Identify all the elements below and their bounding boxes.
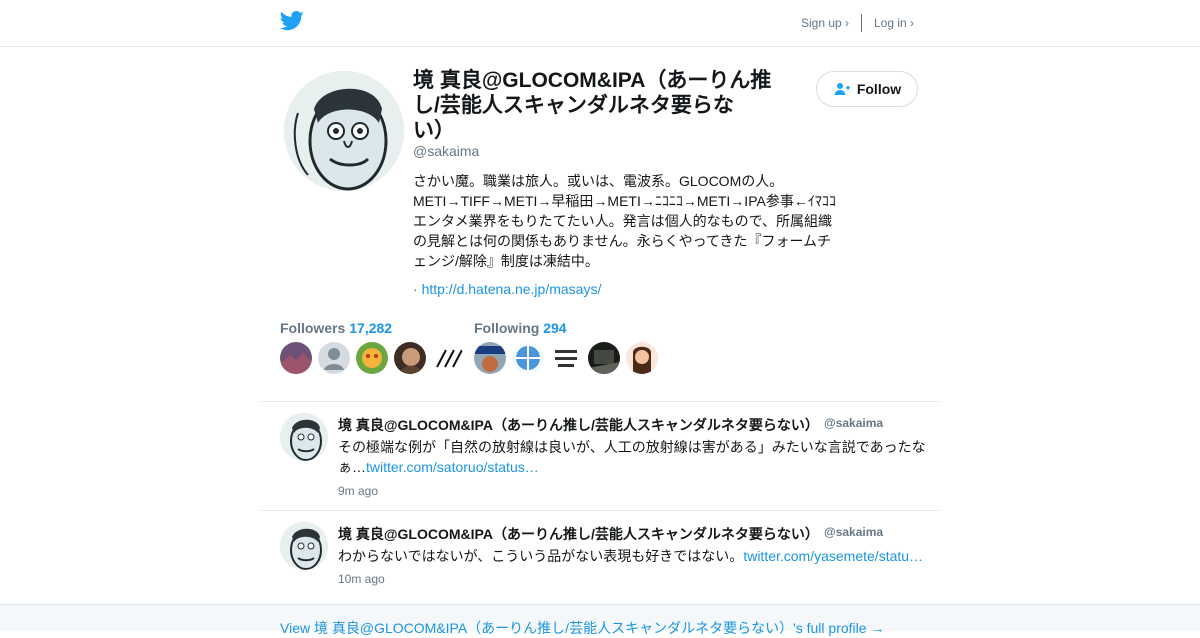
follower-avatar[interactable] bbox=[280, 342, 312, 374]
follower-avatar[interactable] bbox=[318, 342, 350, 374]
tweet-handle[interactable]: @sakaima bbox=[824, 416, 883, 430]
followers-count: 17,282 bbox=[349, 320, 393, 336]
following-avatar[interactable] bbox=[626, 342, 658, 374]
profile-avatar-illustration bbox=[284, 71, 404, 191]
following-thumbnails bbox=[474, 342, 658, 374]
tweet-text: わからないではないが、こういう品がない表現も好きではない。twitter.com… bbox=[338, 546, 930, 566]
profile-link-prefix: · bbox=[413, 281, 418, 297]
followers-summary[interactable]: Followers 17,282 bbox=[280, 320, 392, 336]
follow-button-label: Follow bbox=[856, 81, 902, 97]
top-bar: Sign up › Log in › bbox=[0, 0, 1200, 47]
tweet-author[interactable]: 境 真良@GLOCOM&IPA（あーりん推し/芸能人スキャンダルネタ要らない） bbox=[338, 524, 819, 544]
following-avatar[interactable] bbox=[474, 342, 506, 374]
add-user-icon bbox=[834, 83, 850, 95]
bird-icon[interactable] bbox=[280, 11, 304, 31]
follower-avatar[interactable] bbox=[356, 342, 388, 374]
following-avatar[interactable] bbox=[550, 342, 582, 374]
profile-avatar[interactable] bbox=[284, 71, 404, 191]
following-count: 294 bbox=[543, 320, 567, 336]
tweet-text: その極端な例が「自然の放射線は良いが、人工の放射線は害がある」みたいな言説であっ… bbox=[338, 437, 930, 477]
profile-name: 境 真良@GLOCOM&IPA（あーりん推 し/芸能人スキャンダルネタ要らな い… bbox=[413, 69, 772, 142]
tweet-avatar[interactable] bbox=[280, 413, 328, 461]
profile-bio: さかい魔。職業は旅人。或いは、電波系。GLOCOMの人。METI→TIFF→ME… bbox=[413, 173, 836, 269]
tweet-time[interactable]: 9m ago bbox=[338, 484, 378, 498]
following-summary[interactable]: Following 294 bbox=[474, 320, 567, 336]
tweet-text-body: わからないではないが、こういう品がない表現も好きではない。 bbox=[338, 548, 744, 564]
following-avatar[interactable] bbox=[512, 342, 544, 374]
login-link[interactable]: Log in › bbox=[874, 16, 914, 30]
followers-thumbnails bbox=[280, 342, 464, 374]
tweet-link[interactable]: twitter.com/satoruo/status… bbox=[366, 459, 539, 475]
tweet-handle[interactable]: @sakaima bbox=[824, 525, 883, 539]
tweet-avatar[interactable] bbox=[280, 522, 328, 570]
full-profile-link[interactable]: View 境 真良@GLOCOM&IPA（あーりん推し/芸能人スキャンダルネタ要… bbox=[280, 618, 884, 638]
tweet-time[interactable]: 10m ago bbox=[338, 572, 385, 586]
following-avatar[interactable] bbox=[588, 342, 620, 374]
follow-button[interactable]: Follow bbox=[816, 71, 918, 107]
tweet-item[interactable]: 境 真良@GLOCOM&IPA（あーりん推し/芸能人スキャンダルネタ要らない） … bbox=[260, 401, 940, 510]
tweet-link[interactable]: twitter.com/yasemete/statu… bbox=[743, 548, 923, 564]
tweet-author[interactable]: 境 真良@GLOCOM&IPA（あーりん推し/芸能人スキャンダルネタ要らない） bbox=[338, 415, 819, 435]
follower-avatar[interactable] bbox=[394, 342, 426, 374]
footer-band: View 境 真良@GLOCOM&IPA（あーりん推し/芸能人スキャンダルネタ要… bbox=[0, 604, 1200, 636]
profile-link-row: · http://d.hatena.ne.jp/masays/ bbox=[413, 281, 601, 297]
follower-avatar[interactable] bbox=[432, 342, 464, 374]
profile-handle: @sakaima bbox=[413, 143, 480, 159]
following-label: Following bbox=[474, 320, 540, 336]
signup-link[interactable]: Sign up › bbox=[801, 16, 849, 30]
profile-website-link[interactable]: http://d.hatena.ne.jp/masays/ bbox=[422, 281, 602, 297]
nav-divider bbox=[861, 14, 862, 32]
tweet-item[interactable]: 境 真良@GLOCOM&IPA（あーりん推し/芸能人スキャンダルネタ要らない） … bbox=[260, 510, 940, 603]
followers-label: Followers bbox=[280, 320, 346, 336]
